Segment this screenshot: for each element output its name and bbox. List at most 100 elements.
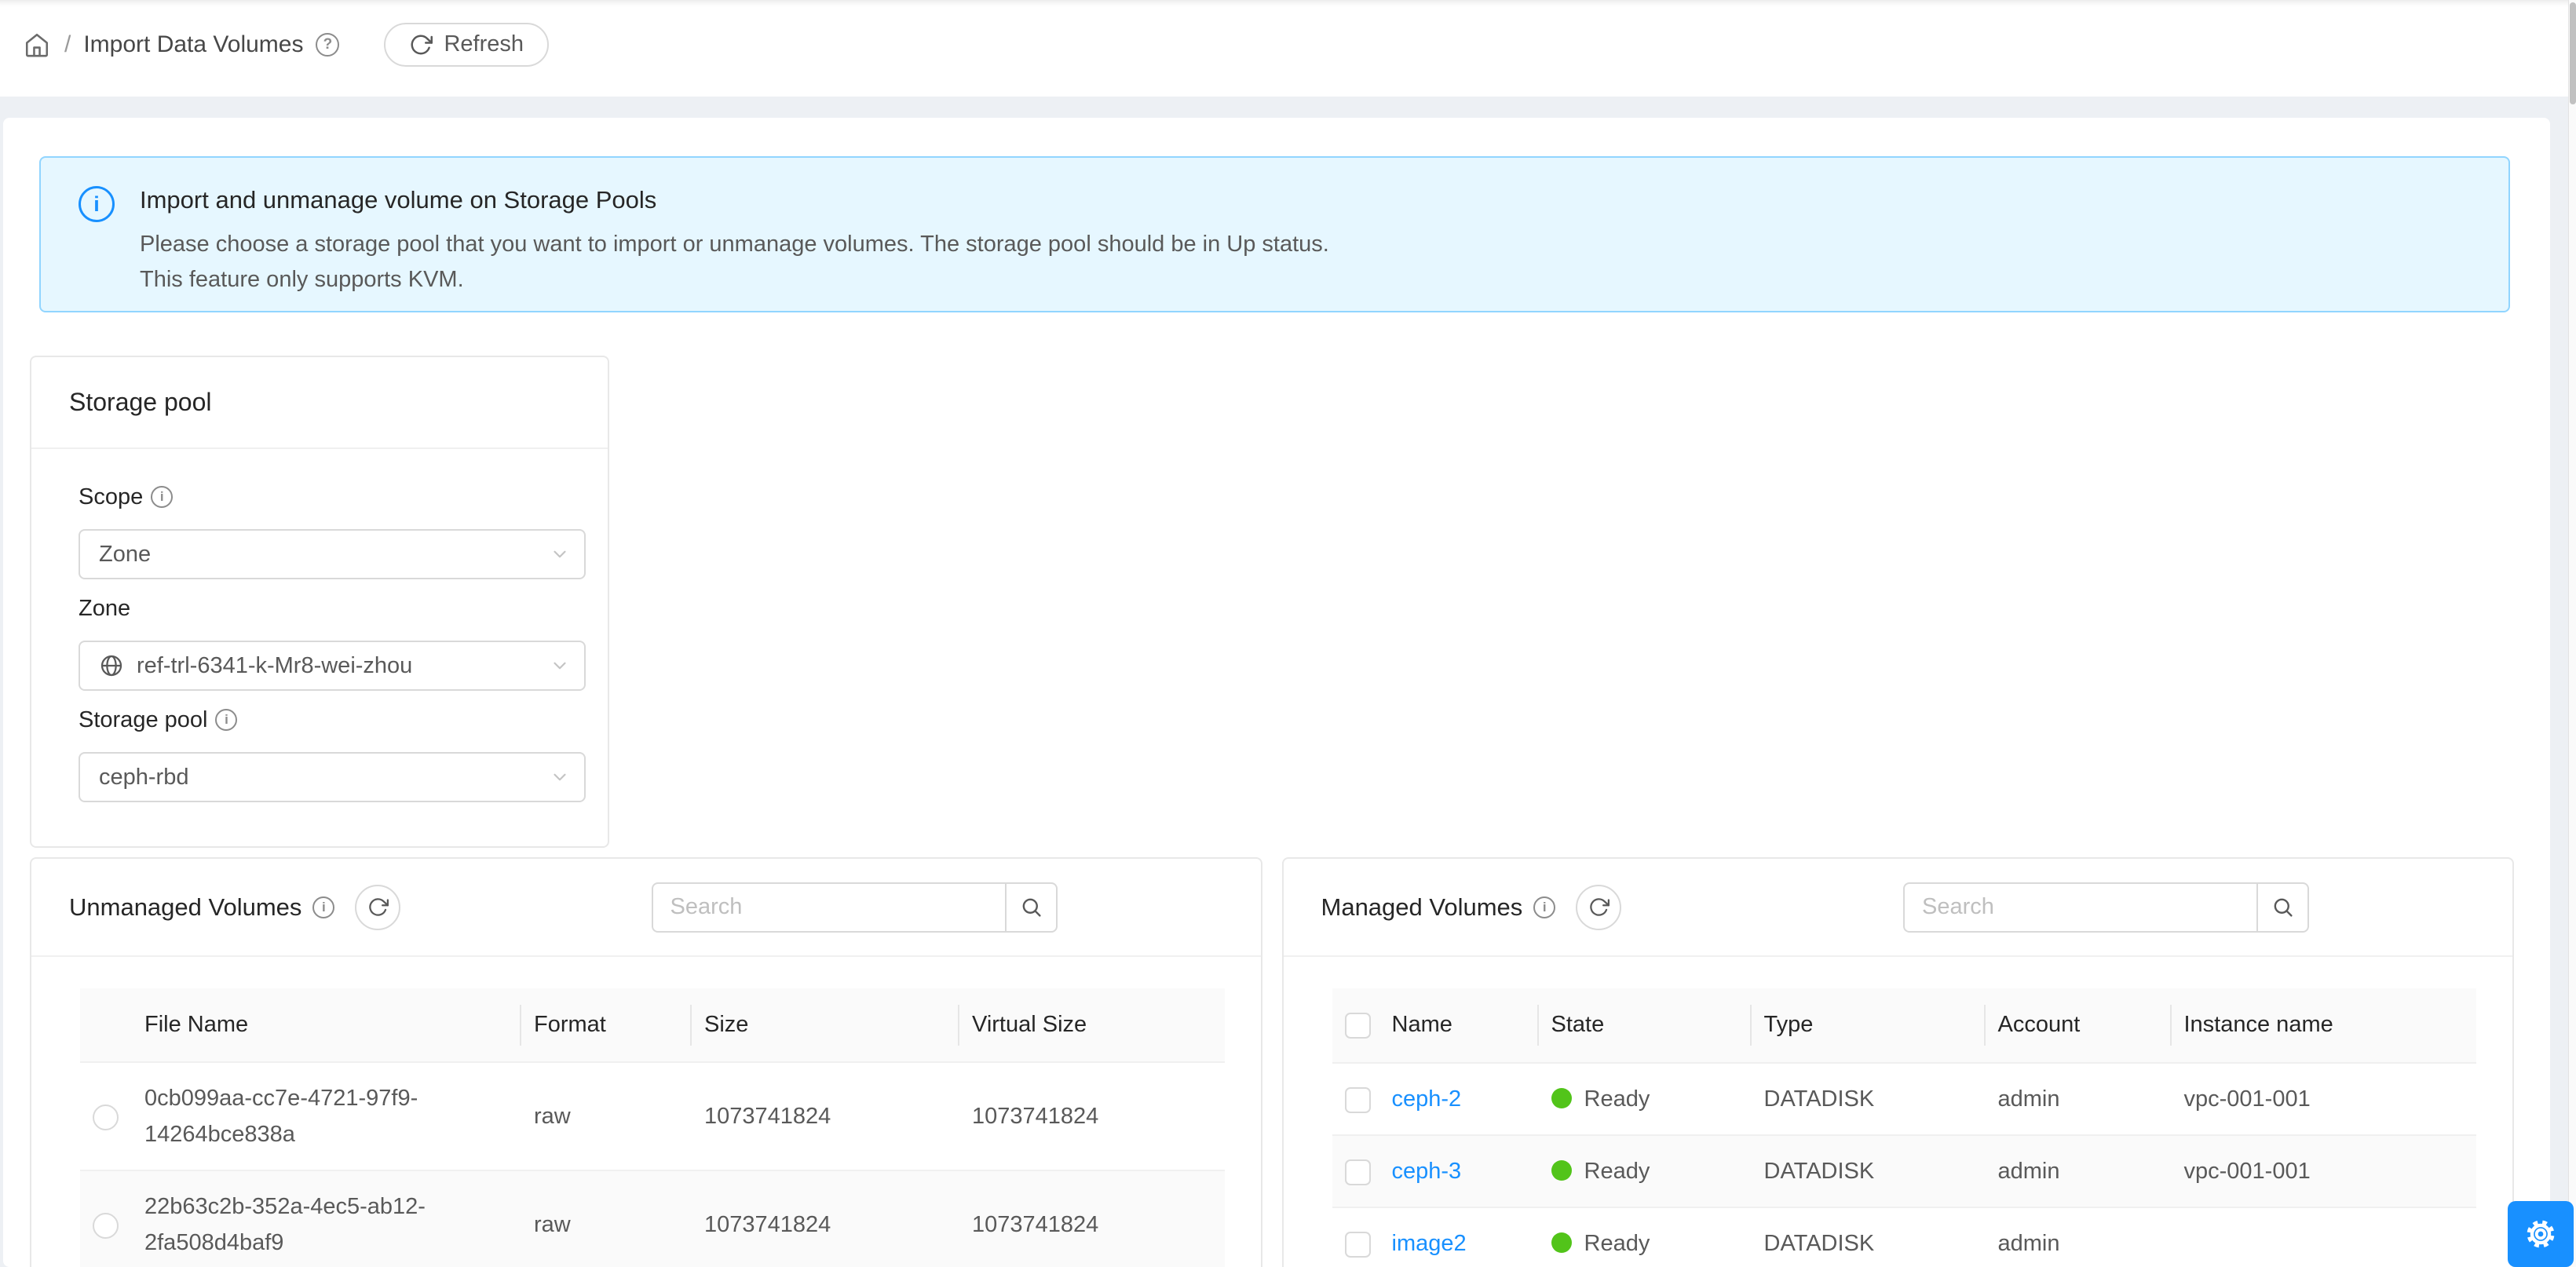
managed-search-input[interactable] xyxy=(1903,882,2256,933)
column-header: Instance name xyxy=(2172,988,2477,1063)
cell-instance-name xyxy=(2172,1207,2477,1267)
cell-account: admin xyxy=(1986,1063,2172,1135)
zone-select[interactable]: ref-trl-6341-k-Mr8-wei-zhou xyxy=(79,641,586,691)
status-dot-icon xyxy=(1551,1160,1572,1181)
unmanaged-refresh-button[interactable] xyxy=(355,885,400,930)
breadcrumb-separator: / xyxy=(64,31,71,58)
banner-title: Import and unmanage volume on Storage Po… xyxy=(140,186,1329,214)
cell-name: ceph-2 xyxy=(1379,1063,1539,1135)
refresh-button-label: Refresh xyxy=(444,31,524,57)
cell-account: admin xyxy=(1986,1135,2172,1207)
column-header: Format xyxy=(521,988,692,1062)
column-header: Type xyxy=(1752,988,1986,1063)
breadcrumb: / Import Data Volumes ? xyxy=(24,31,339,58)
volume-link[interactable]: ceph-3 xyxy=(1392,1159,1462,1184)
table-row: 0cb099aa-cc7e-4721-97f9-14264bce838araw1… xyxy=(80,1062,1225,1170)
settings-fab-button[interactable] xyxy=(2508,1201,2574,1267)
info-banner: i Import and unmanage volume on Storage … xyxy=(39,156,2510,312)
table-row: image2 ReadyDATADISKadmin xyxy=(1332,1207,2477,1267)
reload-icon xyxy=(1588,896,1610,918)
gear-icon xyxy=(2522,1215,2560,1253)
column-header: Account xyxy=(1986,988,2172,1063)
storage-pool-card-title: Storage pool xyxy=(31,357,608,449)
pool-info-icon[interactable]: i xyxy=(215,709,237,731)
chevron-down-icon xyxy=(550,767,570,787)
unmanaged-search-input[interactable] xyxy=(652,882,1005,933)
top-bar: / Import Data Volumes ? Refresh xyxy=(0,0,2576,97)
cell-size: 1073741824 xyxy=(692,1062,959,1170)
refresh-button[interactable]: Refresh xyxy=(384,23,549,67)
table-row: ceph-2ReadyDATADISKadminvpc-001-001 xyxy=(1332,1063,2477,1135)
column-header: Size xyxy=(692,988,959,1062)
row-radio[interactable] xyxy=(93,1105,119,1130)
cell-file-name: 0cb099aa-cc7e-4721-97f9-14264bce838a xyxy=(132,1062,521,1170)
cell-size: 1073741824 xyxy=(692,1170,959,1267)
cell-type: DATADISK xyxy=(1752,1207,1986,1267)
cell-type: DATADISK xyxy=(1752,1063,1986,1135)
zone-select-value: ref-trl-6341-k-Mr8-wei-zhou xyxy=(137,653,412,679)
volume-link[interactable]: image2 xyxy=(1392,1231,1467,1256)
cell-name: ceph-3 xyxy=(1379,1135,1539,1207)
pool-select[interactable]: ceph-rbd xyxy=(79,752,586,802)
unmanaged-volumes-title: Unmanaged Volumes xyxy=(69,893,301,922)
zone-label-row: Zone xyxy=(79,592,586,625)
unmanaged-search-button[interactable] xyxy=(1005,882,1058,933)
storage-pool-card: Storage pool Scope i Zone Zone ref-trl-6… xyxy=(30,356,609,848)
status-dot-icon xyxy=(1551,1088,1572,1108)
managed-volumes-title: Managed Volumes xyxy=(1321,893,1523,922)
help-icon[interactable]: ? xyxy=(316,33,339,57)
scope-label-row: Scope i xyxy=(79,480,586,513)
scope-info-icon[interactable]: i xyxy=(151,486,173,508)
select-all-checkbox[interactable] xyxy=(1345,1013,1371,1039)
row-checkbox[interactable] xyxy=(1345,1159,1371,1185)
cell-instance-name: vpc-001-001 xyxy=(2172,1135,2477,1207)
home-icon[interactable] xyxy=(24,31,50,58)
unmanaged-volumes-table: File NameFormatSizeVirtual Size 0cb099aa… xyxy=(80,988,1225,1267)
row-checkbox[interactable] xyxy=(1345,1232,1371,1258)
pool-label-row: Storage pool i xyxy=(79,703,586,736)
managed-volumes-table: NameStateTypeAccountInstance name ceph-2… xyxy=(1332,988,2477,1267)
zone-label: Zone xyxy=(79,596,130,622)
pool-label: Storage pool xyxy=(79,707,207,733)
cell-name: image2 xyxy=(1379,1207,1539,1267)
cell-virtual-size: 1073741824 xyxy=(959,1170,1225,1267)
breadcrumb-current: Import Data Volumes xyxy=(83,31,303,58)
managed-table-header-row: NameStateTypeAccountInstance name xyxy=(1332,988,2477,1063)
banner-description-line2: This feature only supports KVM. xyxy=(140,262,1329,298)
volume-link[interactable]: ceph-2 xyxy=(1392,1086,1462,1112)
globe-icon xyxy=(99,653,124,678)
managed-search-button[interactable] xyxy=(2256,882,2309,933)
content-area: i Import and unmanage volume on Storage … xyxy=(3,118,2550,1267)
table-row: ceph-3ReadyDATADISKadminvpc-001-001 xyxy=(1332,1135,2477,1207)
cell-state: Ready xyxy=(1539,1135,1752,1207)
cell-virtual-size: 1073741824 xyxy=(959,1062,1225,1170)
unmanaged-volumes-card: Unmanaged Volumes i xyxy=(30,857,1262,1267)
checkbox-column-header[interactable] xyxy=(1332,988,1379,1063)
table-row: 22b63c2b-352a-4ec5-ab12-2fa508d4baf9raw1… xyxy=(80,1170,1225,1267)
reload-icon xyxy=(367,896,389,918)
unmanaged-info-icon[interactable]: i xyxy=(312,896,334,918)
row-checkbox[interactable] xyxy=(1345,1087,1371,1113)
column-header: State xyxy=(1539,988,1752,1063)
vertical-scrollbar xyxy=(2568,0,2576,1267)
column-header: File Name xyxy=(132,988,521,1062)
scope-select[interactable]: Zone xyxy=(79,529,586,579)
unmanaged-table-header-row: File NameFormatSizeVirtual Size xyxy=(80,988,1225,1062)
scrollbar-thumb[interactable] xyxy=(2570,2,2576,104)
row-radio[interactable] xyxy=(93,1213,119,1239)
managed-refresh-button[interactable] xyxy=(1576,885,1621,930)
search-icon xyxy=(1020,896,1043,918)
chevron-down-icon xyxy=(550,544,570,564)
pool-select-value: ceph-rbd xyxy=(99,765,188,791)
managed-volumes-card: Managed Volumes i xyxy=(1282,857,2515,1267)
cell-file-name: 22b63c2b-352a-4ec5-ab12-2fa508d4baf9 xyxy=(132,1170,521,1267)
cell-state: Ready xyxy=(1539,1063,1752,1135)
reload-icon xyxy=(409,33,433,57)
cell-state: Ready xyxy=(1539,1207,1752,1267)
info-circle-icon: i xyxy=(79,186,115,222)
column-header: Virtual Size xyxy=(959,988,1225,1062)
chevron-down-icon xyxy=(550,655,570,676)
status-dot-icon xyxy=(1551,1232,1572,1253)
cell-account: admin xyxy=(1986,1207,2172,1267)
managed-info-icon[interactable]: i xyxy=(1533,896,1555,918)
